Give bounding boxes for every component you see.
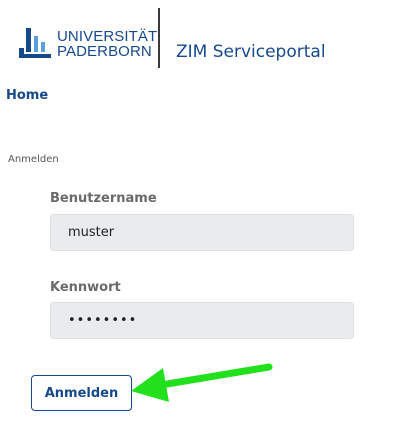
- password-label: Kennwort: [50, 280, 121, 295]
- university-logo-icon: [19, 28, 51, 58]
- header-divider: [158, 8, 160, 68]
- university-name-line1: UNIVERSITÄT: [57, 28, 158, 45]
- university-name: UNIVERSITÄT PADERBORN: [57, 29, 157, 59]
- username-input[interactable]: muster: [50, 214, 354, 251]
- university-name-line2: PADERBORN: [57, 43, 152, 60]
- login-section-label: Anmelden: [8, 154, 59, 165]
- portal-title: ZIM Serviceportal: [176, 42, 326, 62]
- login-button[interactable]: Anmelden: [31, 375, 132, 411]
- green-arrow-icon: [131, 363, 273, 402]
- password-input[interactable]: ••••••••: [50, 302, 354, 339]
- home-link[interactable]: Home: [6, 88, 48, 103]
- university-logo: UNIVERSITÄT PADERBORN: [18, 16, 157, 66]
- username-label: Benutzername: [50, 191, 157, 206]
